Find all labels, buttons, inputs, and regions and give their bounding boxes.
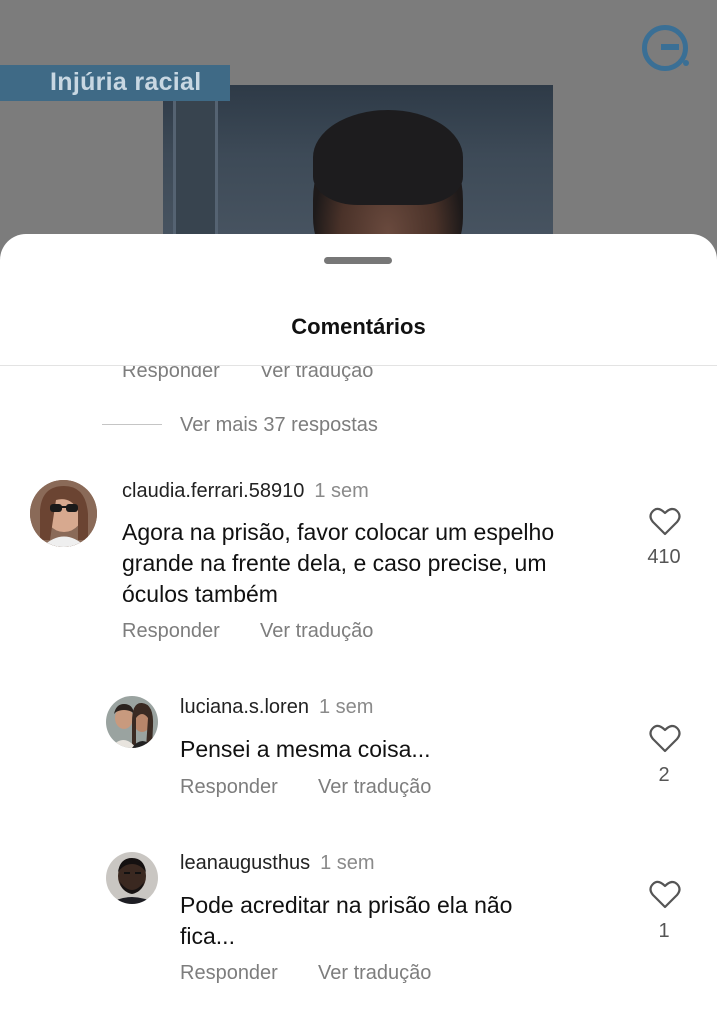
reply-button[interactable]: Responder [122,366,220,383]
comment-time: 1 sem [320,852,375,874]
comment-line: Pensei a mesma coisa... [180,736,431,762]
comment-text: Pensei a mesma coisa... [180,734,431,765]
photo-hair [313,110,463,205]
comment-username[interactable]: luciana.s.loren 1 sem [180,696,373,719]
comment-username[interactable]: leanaugusthus 1 sem [180,852,375,875]
comment-line: óculos também [122,581,278,607]
translate-button[interactable]: Ver tradução [318,962,431,985]
heart-outline-icon[interactable] [649,723,681,753]
avatar-image [106,852,158,904]
avatar[interactable] [30,480,97,547]
translate-button[interactable]: Ver tradução [260,620,373,643]
post-tag: Injúria racial [0,65,230,101]
avatar[interactable] [106,696,158,748]
like-count: 2 [658,764,670,786]
username-text[interactable]: claudia.ferrari.58910 [122,480,304,502]
avatar-image [106,696,158,748]
comment-line: Pode acreditar na prisão ela não [180,892,513,918]
more-replies-line [102,424,162,425]
heart-outline-icon[interactable] [649,879,681,909]
sheet-title: Comentários [291,314,426,339]
comment-text: Pode acreditar na prisão ela não fica... [180,890,512,952]
like-count: 1 [658,920,670,942]
reply-button[interactable]: Responder [180,962,278,985]
like-count: 410 [647,546,681,568]
comment-line: fica... [180,923,235,949]
avatar[interactable] [106,852,158,904]
translate-button[interactable]: Ver tradução [260,366,373,383]
heart-outline-icon[interactable] [649,506,681,536]
reply-button[interactable]: Responder [122,620,220,643]
drag-handle[interactable] [324,257,392,264]
post-background: Injúria racial [0,0,717,260]
username-text[interactable]: leanaugusthus [180,852,310,874]
comment-text: Agora na prisão, favor colocar um espelh… [122,517,554,610]
comment-username[interactable]: claudia.ferrari.58910 1 sem [122,480,369,503]
comment-time: 1 sem [318,696,374,718]
comment-line: grande na frente dela, e caso precise, u… [122,550,547,576]
translate-button[interactable]: Ver tradução [318,776,431,799]
username-text[interactable]: luciana.s.loren [180,696,309,718]
reply-button[interactable]: Responder [180,776,278,799]
comment-time: 1 sem [314,480,369,502]
comments-list[interactable]: Responder Ver tradução Ver mais 37 respo… [0,366,717,1009]
g-logo-icon [642,25,689,71]
comments-sheet: Comentários Responder Ver tradução Ver m… [0,234,717,1009]
more-replies-button[interactable]: Ver mais 37 respostas [180,414,378,437]
avatar-image [30,480,97,547]
comment-line: Agora na prisão, favor colocar um espelh… [122,519,555,545]
